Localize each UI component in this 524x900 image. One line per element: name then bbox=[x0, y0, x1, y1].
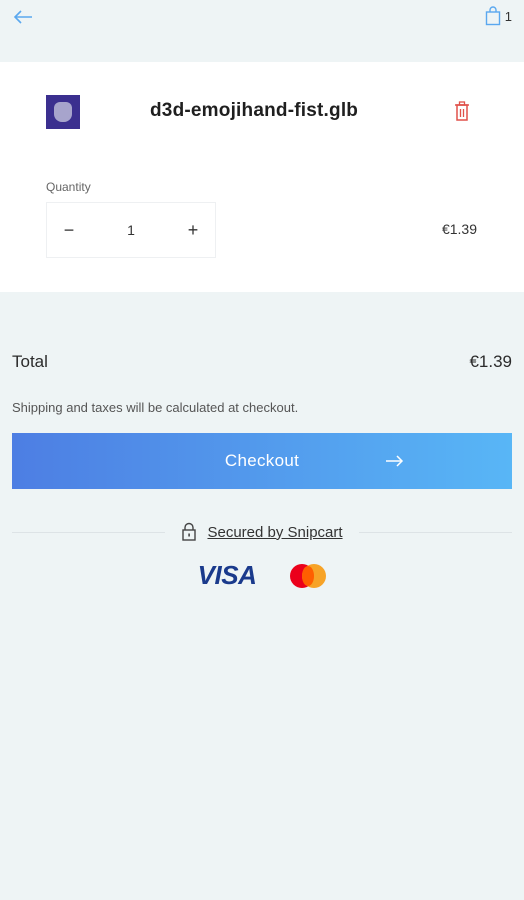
mastercard-logo bbox=[290, 563, 327, 588]
mastercard-overlap bbox=[302, 565, 315, 586]
checkout-button[interactable]: Checkout bbox=[12, 433, 512, 489]
quantity-stepper: − 1 + bbox=[46, 202, 216, 258]
total-value: €1.39 bbox=[469, 352, 512, 371]
quantity-label: Quantity bbox=[46, 180, 91, 194]
divider-left bbox=[12, 531, 166, 533]
checkout-label: Checkout bbox=[224, 451, 300, 470]
arrow-left-icon bbox=[13, 10, 32, 24]
cart-button[interactable]: 1 bbox=[485, 6, 512, 26]
fist-emoji-thumbnail bbox=[54, 102, 72, 122]
item-thumbnail bbox=[46, 95, 80, 129]
visa-logo: VISA bbox=[197, 560, 257, 590]
quantity-value[interactable]: 1 bbox=[127, 222, 135, 238]
delete-item-button[interactable] bbox=[454, 100, 470, 122]
shopping-bag-icon bbox=[485, 6, 500, 26]
back-button[interactable] bbox=[12, 8, 34, 26]
item-price: €1.39 bbox=[441, 221, 477, 237]
increment-button[interactable]: + bbox=[181, 218, 205, 242]
secured-center: Secured by Snipcart bbox=[165, 522, 358, 542]
total-label: Total bbox=[12, 352, 48, 371]
secured-by-link[interactable]: Secured by Snipcart bbox=[207, 524, 342, 541]
shipping-note: Shipping and taxes will be calculated at… bbox=[12, 400, 299, 415]
secured-row: Secured by Snipcart bbox=[12, 520, 513, 544]
item-name: d3d-emojihand-fist.glb bbox=[150, 100, 359, 121]
divider-right bbox=[358, 531, 513, 533]
cart-count: 1 bbox=[504, 8, 512, 24]
arrow-right-icon bbox=[386, 455, 404, 467]
trash-icon bbox=[455, 101, 469, 121]
cart-item: d3d-emojihand-fist.glb Quantity − 1 + €1… bbox=[0, 62, 524, 292]
decrement-button[interactable]: − bbox=[57, 218, 81, 242]
payment-logos: VISA bbox=[0, 560, 524, 591]
top-bar: 1 bbox=[0, 0, 524, 62]
lock-icon bbox=[182, 522, 197, 541]
total-row: Total €1.39 bbox=[12, 352, 512, 372]
